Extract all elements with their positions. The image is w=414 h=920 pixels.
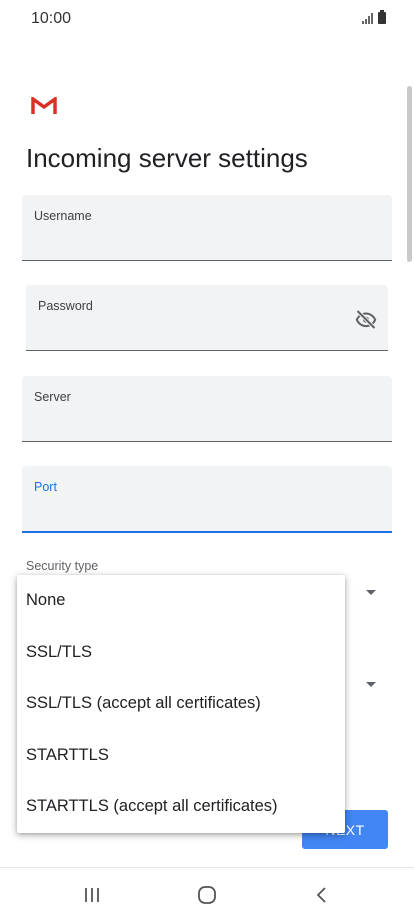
status-icons (362, 10, 386, 24)
password-label: Password (38, 299, 93, 313)
recents-button[interactable] (77, 884, 107, 906)
menu-item-starttls-accept-all[interactable]: STARTTLS (accept all certificates) (17, 781, 345, 833)
menu-item-none[interactable]: None (17, 575, 345, 627)
gmail-logo (31, 97, 57, 114)
battery-icon (378, 10, 386, 24)
visibility-off-icon[interactable] (354, 307, 378, 331)
server-label: Server (34, 390, 71, 404)
port-input[interactable] (34, 503, 380, 523)
port-label: Port (34, 480, 57, 494)
home-button[interactable] (192, 884, 222, 906)
password-input[interactable] (38, 322, 344, 342)
back-button[interactable] (307, 884, 337, 906)
back-icon (316, 887, 326, 903)
password-field[interactable]: Password (26, 285, 388, 351)
server-field[interactable]: Server (22, 376, 392, 442)
navigation-bar (0, 867, 414, 920)
home-icon (198, 886, 216, 904)
port-field[interactable]: Port (22, 466, 392, 533)
security-type-menu: None SSL/TLS SSL/TLS (accept all certifi… (17, 575, 345, 833)
status-bar: 10:00 (0, 0, 414, 40)
username-input[interactable] (34, 232, 380, 252)
status-time: 10:00 (31, 10, 72, 27)
username-field[interactable]: Username (22, 195, 392, 261)
username-label: Username (34, 209, 92, 223)
menu-item-ssl-tls-accept-all[interactable]: SSL/TLS (accept all certificates) (17, 678, 345, 730)
signal-icon (362, 13, 373, 24)
security-type-dropdown-icon[interactable] (366, 590, 376, 595)
security-type-label: Security type (26, 559, 99, 573)
page-title: Incoming server settings (26, 143, 308, 173)
scrollbar[interactable] (407, 86, 412, 262)
menu-item-starttls[interactable]: STARTTLS (17, 730, 345, 782)
menu-item-ssl-tls[interactable]: SSL/TLS (17, 627, 345, 679)
server-input[interactable] (34, 413, 380, 433)
dropdown-arrow-icon[interactable] (366, 682, 376, 687)
recents-icon (85, 888, 99, 902)
